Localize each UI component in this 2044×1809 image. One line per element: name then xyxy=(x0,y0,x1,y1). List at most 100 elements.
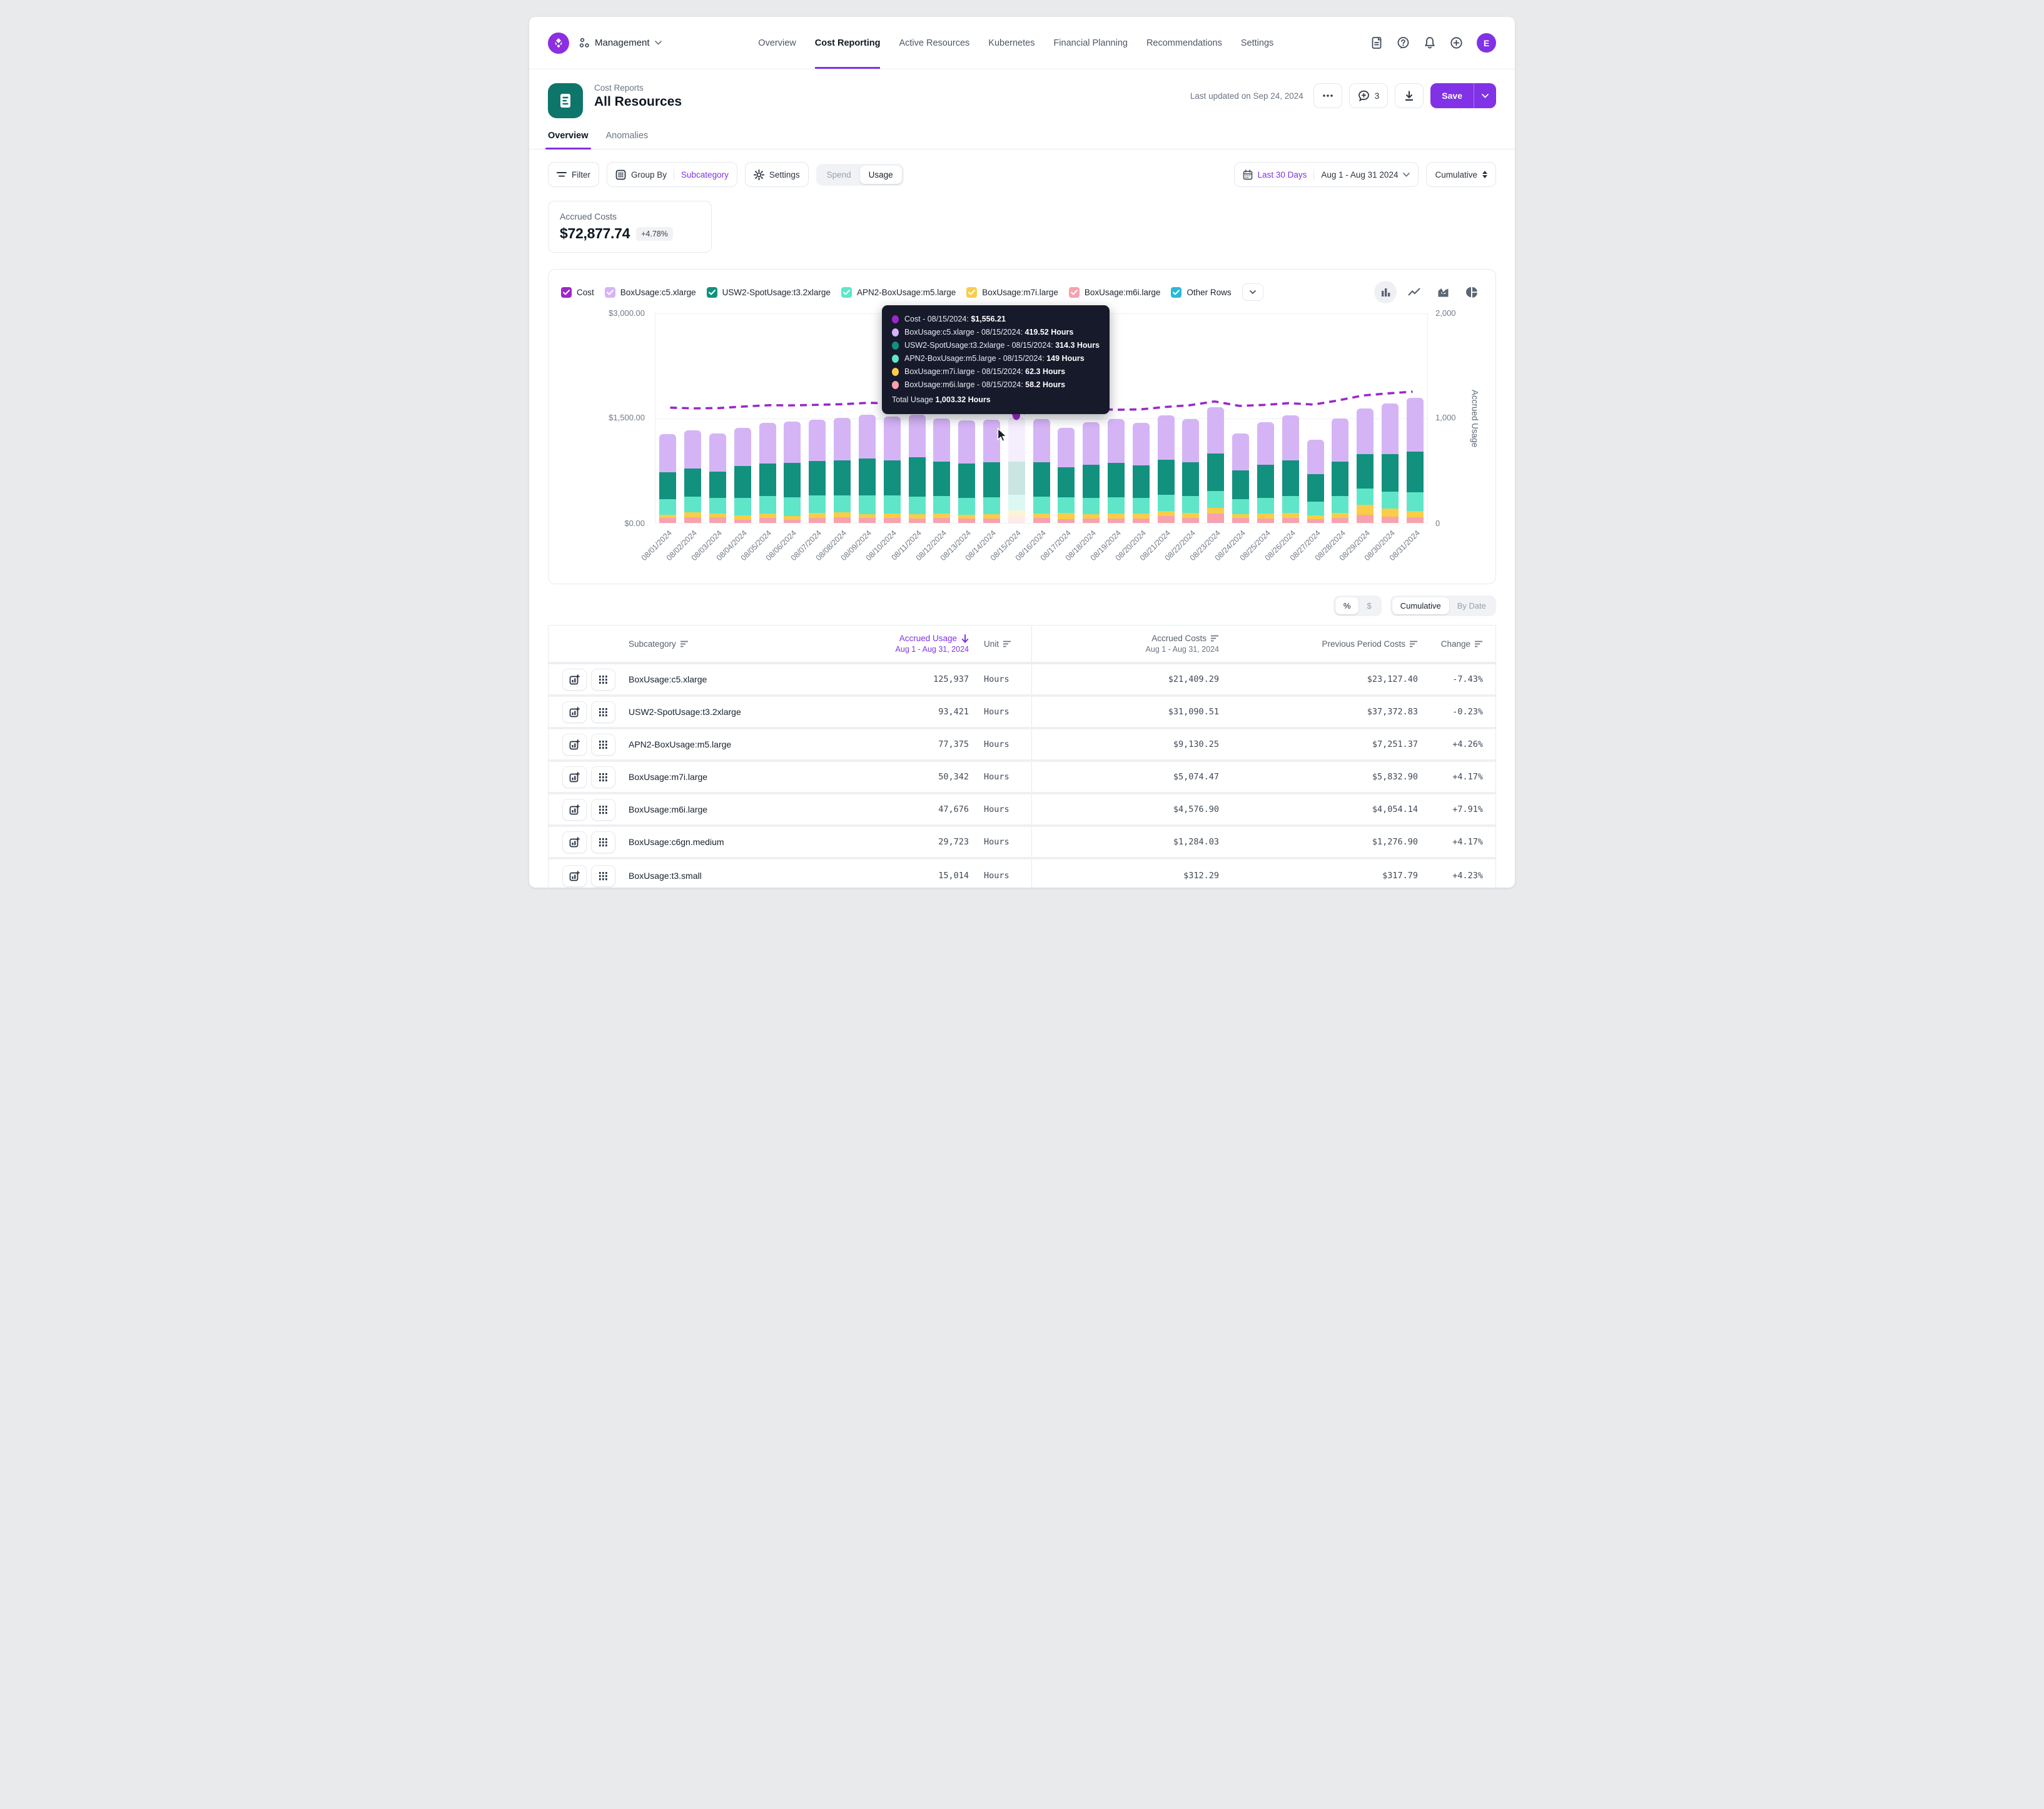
bar-08/22/2024[interactable] xyxy=(1178,314,1203,523)
nav-item-overview[interactable]: Overview xyxy=(758,17,796,69)
bar-08/04/2024[interactable] xyxy=(730,314,755,523)
legend-more-button[interactable] xyxy=(1242,283,1263,301)
comments-button[interactable]: 3 xyxy=(1348,83,1389,108)
legend-item[interactable]: BoxUsage:c5.xlarge xyxy=(604,286,696,298)
breakdown-grid-button[interactable] xyxy=(591,733,615,756)
group-by-button[interactable]: Group By Subcategory xyxy=(607,162,737,187)
col-previous-costs[interactable]: Previous Period Costs xyxy=(1224,631,1423,657)
save-button[interactable]: Save xyxy=(1430,83,1474,108)
app-window: Management Overview Cost Reporting Active … xyxy=(529,17,1515,893)
add-to-chart-button[interactable] xyxy=(562,798,587,821)
date-range-button[interactable]: Last 30 Days Aug 1 - Aug 31 2024 xyxy=(1233,162,1419,187)
line-chart-icon[interactable] xyxy=(1403,281,1425,303)
bar-08/08/2024[interactable] xyxy=(830,314,855,523)
breakdown-grid-button[interactable] xyxy=(591,668,615,691)
download-button[interactable] xyxy=(1395,83,1424,108)
legend-item[interactable]: USW2-SpotUsage:t3.2xlarge xyxy=(706,286,831,298)
settings-button[interactable]: Settings xyxy=(744,162,809,187)
bar-08/24/2024[interactable] xyxy=(1228,314,1253,523)
pie-chart-icon[interactable] xyxy=(1460,281,1483,303)
save-options-button[interactable] xyxy=(1474,83,1496,108)
bar-08/06/2024[interactable] xyxy=(780,314,805,523)
legend-checkbox-icon[interactable] xyxy=(841,286,852,298)
add-to-chart-button[interactable] xyxy=(562,864,587,887)
bar-08/27/2024[interactable] xyxy=(1303,314,1328,523)
breakdown-grid-button[interactable] xyxy=(591,701,615,723)
filter-button[interactable]: Filter xyxy=(548,162,599,187)
by-date-toggle[interactable]: By Date xyxy=(1449,597,1494,614)
bar-08/23/2024[interactable] xyxy=(1203,314,1228,523)
bar-segment xyxy=(1083,465,1100,499)
bar-08/05/2024[interactable] xyxy=(755,314,780,523)
notifications-bell-icon[interactable] xyxy=(1424,36,1436,50)
bar-segment xyxy=(1357,504,1374,515)
nav-item-active-resources[interactable]: Active Resources xyxy=(899,17,969,69)
add-to-chart-button[interactable] xyxy=(562,701,587,723)
add-to-chart-button[interactable] xyxy=(562,668,587,691)
bar-08/09/2024[interactable] xyxy=(855,314,880,523)
bar-08/29/2024[interactable] xyxy=(1353,314,1378,523)
cumulative-toggle[interactable]: Cumulative xyxy=(1392,597,1449,614)
legend-checkbox-icon[interactable] xyxy=(561,286,572,298)
nav-item-recommendations[interactable]: Recommendations xyxy=(1146,17,1222,69)
add-circle-icon[interactable] xyxy=(1450,36,1463,49)
col-change[interactable]: Change xyxy=(1423,631,1495,657)
bar-segment xyxy=(709,433,727,472)
bar-08/20/2024[interactable] xyxy=(1128,314,1153,523)
col-accrued-usage[interactable]: Accrued Usage Aug 1 - Aug 31, 2024 xyxy=(880,626,974,662)
bar-08/30/2024[interactable] xyxy=(1378,314,1403,523)
bar-08/07/2024[interactable] xyxy=(805,314,830,523)
change-value: +4.26% xyxy=(1452,739,1483,749)
bar-08/01/2024[interactable] xyxy=(655,314,680,523)
bar-08/25/2024[interactable] xyxy=(1253,314,1278,523)
legend-item[interactable]: BoxUsage:m6i.large xyxy=(1068,286,1160,298)
tab-anomalies[interactable]: Anomalies xyxy=(606,131,649,149)
usage-toggle[interactable]: Usage xyxy=(859,165,902,184)
workspace-switcher[interactable]: Management xyxy=(579,38,662,48)
add-to-chart-button[interactable] xyxy=(562,766,587,788)
bar-segment xyxy=(883,513,901,518)
percent-toggle[interactable]: % xyxy=(1335,597,1359,614)
bar-08/02/2024[interactable] xyxy=(680,314,706,523)
legend-checkbox-icon[interactable] xyxy=(1068,286,1080,298)
documents-icon[interactable] xyxy=(1370,36,1383,49)
dollar-toggle[interactable]: $ xyxy=(1358,597,1379,614)
nav-item-cost-reporting[interactable]: Cost Reporting xyxy=(815,17,881,69)
legend-item[interactable]: BoxUsage:m7i.large xyxy=(966,286,1058,298)
bar-08/31/2024[interactable] xyxy=(1402,314,1427,523)
add-to-chart-button[interactable] xyxy=(562,831,587,853)
more-actions-button[interactable] xyxy=(1313,83,1342,108)
legend-item[interactable]: APN2-BoxUsage:m5.large xyxy=(841,286,956,298)
help-icon[interactable] xyxy=(1397,36,1410,49)
legend-checkbox-icon[interactable] xyxy=(1171,286,1182,298)
spend-toggle[interactable]: Spend xyxy=(818,166,860,184)
legend-item[interactable]: Other Rows xyxy=(1171,286,1232,298)
nav-item-kubernetes[interactable]: Kubernetes xyxy=(988,17,1035,69)
breakdown-grid-button[interactable] xyxy=(591,798,615,821)
add-to-chart-button[interactable] xyxy=(562,733,587,756)
breakdown-grid-button[interactable] xyxy=(591,864,615,887)
bar-08/21/2024[interactable] xyxy=(1153,314,1178,523)
aggregation-button[interactable]: Cumulative xyxy=(1426,162,1496,187)
legend-checkbox-icon[interactable] xyxy=(706,286,717,298)
bar-segment xyxy=(908,496,926,515)
nav-item-financial-planning[interactable]: Financial Planning xyxy=(1053,17,1128,69)
nav-item-settings[interactable]: Settings xyxy=(1241,17,1273,69)
bar-08/03/2024[interactable] xyxy=(706,314,731,523)
area-chart-icon[interactable] xyxy=(1432,281,1454,303)
col-subcategory[interactable]: Subcategory xyxy=(629,631,880,657)
col-unit[interactable]: Unit xyxy=(974,631,1031,657)
legend-checkbox-icon[interactable] xyxy=(604,286,615,298)
tab-overview[interactable]: Overview xyxy=(545,131,590,149)
bar-08/28/2024[interactable] xyxy=(1328,314,1353,523)
vantage-logo-icon[interactable] xyxy=(548,32,569,54)
legend-item[interactable]: Cost xyxy=(561,286,594,298)
breakdown-grid-button[interactable] xyxy=(591,766,615,788)
bar-08/26/2024[interactable] xyxy=(1278,314,1303,523)
user-avatar[interactable]: E xyxy=(1477,33,1496,53)
legend-checkbox-icon[interactable] xyxy=(966,286,978,298)
col-accrued-costs[interactable]: Accrued Costs Aug 1 - Aug 31, 2024 xyxy=(1031,626,1224,662)
bar-chart-icon[interactable] xyxy=(1374,281,1397,303)
breakdown-grid-button[interactable] xyxy=(591,831,615,853)
ellipsis-icon xyxy=(1323,94,1333,97)
